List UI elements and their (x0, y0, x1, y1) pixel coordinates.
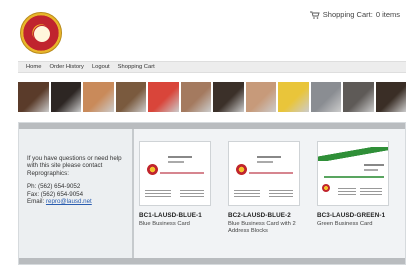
panel-bottom-bar (19, 258, 405, 264)
email-line: Email: repro@lausd.net (27, 198, 131, 205)
product-item[interactable]: BC3-LAUSD-GREEN-1 Green Business Card (317, 141, 389, 251)
banner-photo (245, 82, 276, 112)
email-link[interactable]: repro@lausd.net (46, 198, 92, 205)
photo-banner (18, 82, 406, 112)
banner-photo (148, 82, 179, 112)
banner-photo (180, 82, 211, 112)
banner-photo (310, 82, 341, 112)
email-label: Email: (27, 198, 45, 206)
banner-photo (50, 82, 81, 112)
phone-number: Ph: (562) 654-9052 (27, 183, 81, 191)
help-sidebar: If you have questions or need help with … (19, 129, 134, 260)
product-sku[interactable]: BC1-LAUSD-BLUE-1 (139, 212, 211, 219)
help-text: If you have questions or need help with … (27, 155, 122, 177)
nav-order-history[interactable]: Order History (49, 64, 83, 70)
product-sku[interactable]: BC2-LAUSD-BLUE-2 (228, 212, 300, 219)
banner-photo (18, 82, 49, 112)
help-info: If you have questions or need help with … (27, 155, 131, 205)
banner-photo (343, 82, 374, 112)
card-seal-icon (236, 164, 247, 175)
shopping-cart-summary[interactable]: Shopping Cart: 0 items (309, 10, 400, 19)
shopping-cart-icon[interactable] (309, 11, 320, 19)
banner-photo (115, 82, 146, 112)
product-item[interactable]: BC1-LAUSD-BLUE-1 Blue Business Card (139, 141, 211, 251)
product-item[interactable]: BC2-LAUSD-BLUE-2 Blue Business Card with… (228, 141, 300, 251)
banner-photo (278, 82, 309, 112)
nav-logout[interactable]: Logout (92, 64, 110, 70)
main-navigation: Home Order History Logout Shopping Cart (18, 61, 406, 73)
banner-photo (375, 82, 406, 112)
banner-photo (213, 82, 244, 112)
shopping-cart-label[interactable]: Shopping Cart: (323, 10, 373, 19)
catalog-panel: If you have questions or need help with … (18, 122, 406, 265)
product-description: Green Business Card (317, 221, 373, 227)
nav-shopping-cart[interactable]: Shopping Cart (118, 64, 155, 70)
business-card-thumbnail[interactable] (139, 141, 211, 206)
fax-number: Fax: (562) 654-9054 (27, 190, 84, 198)
nav-home[interactable]: Home (26, 64, 41, 70)
business-card-thumbnail[interactable] (228, 141, 300, 206)
product-grid: BC1-LAUSD-BLUE-1 Blue Business Card BC2-… (139, 141, 403, 251)
contact-details: Ph: (562) 654-9052 Fax: (562) 654-9054 E… (27, 183, 131, 205)
shopping-cart-count[interactable]: 0 items (376, 10, 400, 19)
product-description: Blue Business Card with 2 Address Blocks (228, 221, 296, 234)
card-seal-icon (147, 164, 158, 175)
district-seal-logo[interactable] (20, 12, 62, 54)
card-seal-icon (322, 184, 330, 192)
page: Shopping Cart: 0 items Home Order Histor… (0, 0, 408, 271)
business-card-thumbnail[interactable] (317, 141, 389, 206)
product-sku[interactable]: BC3-LAUSD-GREEN-1 (317, 212, 389, 219)
banner-photo (83, 82, 114, 112)
product-description: Blue Business Card (139, 221, 190, 227)
